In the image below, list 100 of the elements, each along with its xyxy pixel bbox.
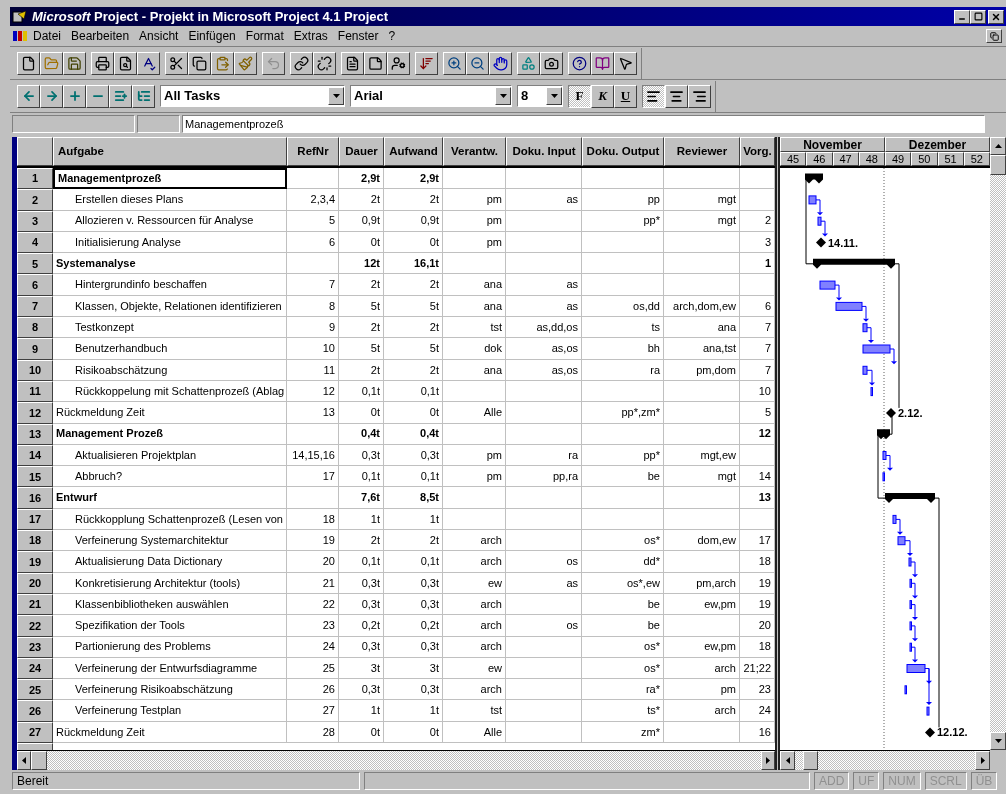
row-number[interactable]: 5 <box>17 253 53 275</box>
close-button[interactable] <box>988 9 1004 24</box>
task-name-cell[interactable]: Risikoabschätzung <box>53 359 287 381</box>
row-number[interactable]: 9 <box>17 338 53 360</box>
task-bar[interactable] <box>870 387 873 397</box>
summary-bar[interactable] <box>813 258 895 269</box>
task-name-cell[interactable]: Rückkoppelung mit Schattenprozeß (Ablag <box>53 380 287 403</box>
task-name-cell[interactable]: Benutzerhandbuch <box>53 338 287 360</box>
task-name-cell[interactable]: Managementprozeß <box>53 168 287 190</box>
task-name-cell[interactable]: Verfeinerung Risikoabschätzung <box>53 679 287 701</box>
notes-button[interactable] <box>364 51 387 75</box>
row-number[interactable]: 26 <box>17 700 53 722</box>
whats-this-button[interactable] <box>614 51 637 75</box>
book-button[interactable] <box>591 51 614 75</box>
menu-item[interactable]: ? <box>383 27 401 45</box>
zoom-in-button[interactable] <box>443 51 466 75</box>
camera-button[interactable] <box>540 51 563 75</box>
row-number[interactable]: 6 <box>17 274 53 296</box>
task-bar[interactable] <box>819 280 836 290</box>
task-info-button[interactable] <box>341 51 364 75</box>
task-name-cell[interactable]: Klassen, Objekte, Relationen identifizieren <box>53 295 287 318</box>
column-header[interactable]: Reviewer <box>664 137 740 166</box>
row-number[interactable]: 27 <box>17 721 53 743</box>
menu-item[interactable]: Extras <box>288 27 333 45</box>
menu-item[interactable]: Ansicht <box>134 27 184 45</box>
row-number[interactable]: 4 <box>17 231 53 254</box>
column-header[interactable]: Doku. Input <box>506 137 582 166</box>
indent-button[interactable] <box>40 84 63 108</box>
column-header[interactable]: Vorg. <box>740 137 775 166</box>
task-bar[interactable] <box>909 600 912 610</box>
task-name-cell[interactable]: Initialisierung Analyse <box>53 231 287 254</box>
row-number[interactable]: 25 <box>17 679 53 701</box>
spelling-button[interactable] <box>137 51 160 75</box>
font-dropdown[interactable]: Arial <box>350 85 512 107</box>
row-number[interactable]: 14 <box>17 444 53 467</box>
minimize-button[interactable] <box>954 9 970 24</box>
milestone-icon[interactable] <box>925 727 935 738</box>
milestone-icon[interactable] <box>886 407 896 418</box>
outdent-button[interactable] <box>17 84 40 108</box>
task-bar[interactable] <box>808 195 817 205</box>
row-number[interactable]: 10 <box>17 359 53 381</box>
task-bar[interactable] <box>909 578 912 588</box>
column-header[interactable]: Verantw. <box>443 137 506 166</box>
row-number[interactable]: 3 <box>17 210 53 232</box>
row-number[interactable]: 8 <box>17 317 53 339</box>
row-number[interactable]: 7 <box>17 295 53 318</box>
preview-button[interactable] <box>114 51 137 75</box>
align-left-button[interactable] <box>642 84 665 108</box>
summary-bar[interactable] <box>885 493 935 504</box>
menu-item[interactable]: Einfügen <box>183 27 241 45</box>
row-number[interactable]: 20 <box>17 572 53 594</box>
row-number[interactable]: 13 <box>17 423 53 445</box>
column-header[interactable]: Doku. Output <box>582 137 664 166</box>
row-number[interactable]: 21 <box>17 593 53 616</box>
hide-subtasks-button[interactable] <box>86 84 109 108</box>
task-name-cell[interactable]: Aktualisierung Data Dictionary <box>53 551 287 573</box>
task-bar[interactable] <box>904 685 907 695</box>
task-bar[interactable] <box>897 536 906 546</box>
task-name-cell[interactable]: Erstellen dieses Plans <box>53 189 287 211</box>
restore-button[interactable] <box>986 29 1002 43</box>
copy-button[interactable] <box>188 51 211 75</box>
show-subtasks-button[interactable] <box>63 84 86 108</box>
font-size-dropdown[interactable]: 8 <box>517 85 563 107</box>
column-header[interactable]: Aufgabe <box>53 137 287 166</box>
task-bar[interactable] <box>908 557 912 567</box>
task-bar[interactable] <box>909 642 912 652</box>
link-button[interactable] <box>290 51 313 75</box>
task-name-cell[interactable]: Systemanalyse <box>53 253 287 275</box>
row-number[interactable]: 15 <box>17 466 53 488</box>
task-name-cell[interactable]: Partionierung des Problems <box>53 636 287 658</box>
scroll-right-button[interactable] <box>975 751 990 770</box>
task-bar[interactable] <box>817 216 822 226</box>
wizard-button[interactable] <box>517 51 540 75</box>
task-name-cell[interactable]: Verfeinerung der Entwurfsdiagramme <box>53 657 287 680</box>
task-bar[interactable] <box>892 514 897 524</box>
outline-symbols-button[interactable] <box>132 84 155 108</box>
row-number[interactable]: 17 <box>17 508 53 531</box>
format-painter-button[interactable] <box>234 51 257 75</box>
help-button[interactable] <box>568 51 591 75</box>
entry-field[interactable]: Managementprozeß <box>182 115 985 133</box>
task-name-cell[interactable]: Verfeinerung Systemarchitektur <box>53 530 287 552</box>
underline-button[interactable]: U <box>614 84 637 108</box>
open-button[interactable] <box>40 51 63 75</box>
bold-button[interactable]: F <box>568 84 591 108</box>
column-header[interactable]: Aufwand <box>384 137 443 166</box>
task-name-cell[interactable]: Aktualisieren Projektplan <box>53 444 287 467</box>
align-right-button[interactable] <box>688 84 711 108</box>
task-bar[interactable] <box>862 323 868 333</box>
scroll-right-button[interactable] <box>761 751 775 770</box>
column-header[interactable]: RefNr <box>287 137 339 166</box>
task-name-cell[interactable]: Abbruch? <box>53 466 287 488</box>
row-number[interactable]: 11 <box>17 380 53 403</box>
task-bar[interactable] <box>835 301 863 311</box>
row-number[interactable]: 1 <box>17 168 53 190</box>
row-number[interactable]: 12 <box>17 402 53 424</box>
scroll-thumb[interactable] <box>803 751 818 770</box>
task-name-cell[interactable]: Rückkopplung Schattenprozeß (Lesen von <box>53 508 287 531</box>
split-bar[interactable] <box>775 137 780 770</box>
milestone-icon[interactable] <box>816 237 826 248</box>
menu-item[interactable]: Fenster <box>332 27 384 45</box>
